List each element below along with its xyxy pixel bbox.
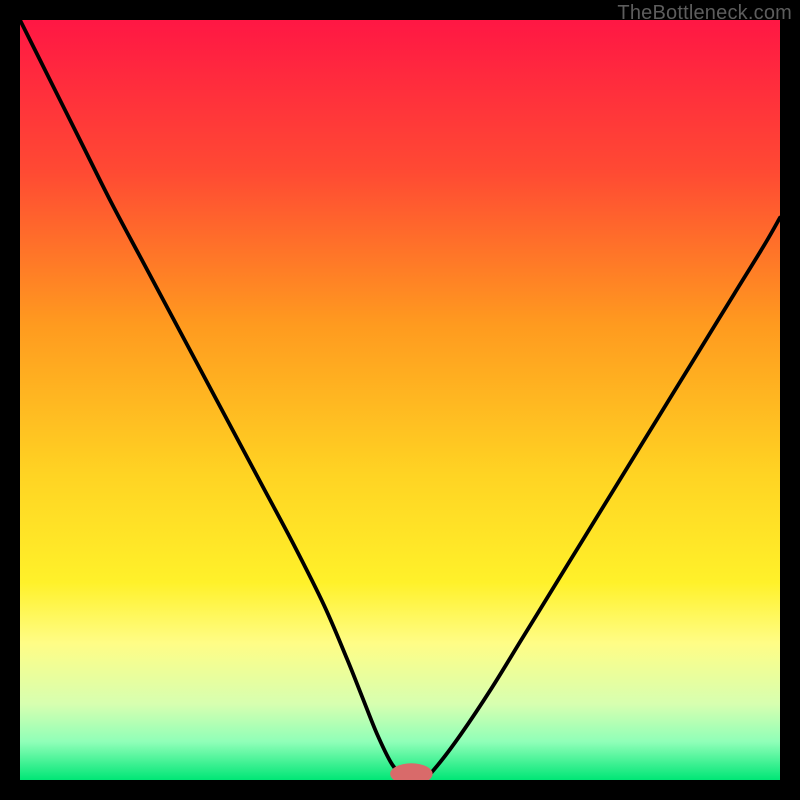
chart-frame: TheBottleneck.com [0, 0, 800, 800]
bottleneck-chart [20, 20, 780, 780]
chart-background [20, 20, 780, 780]
